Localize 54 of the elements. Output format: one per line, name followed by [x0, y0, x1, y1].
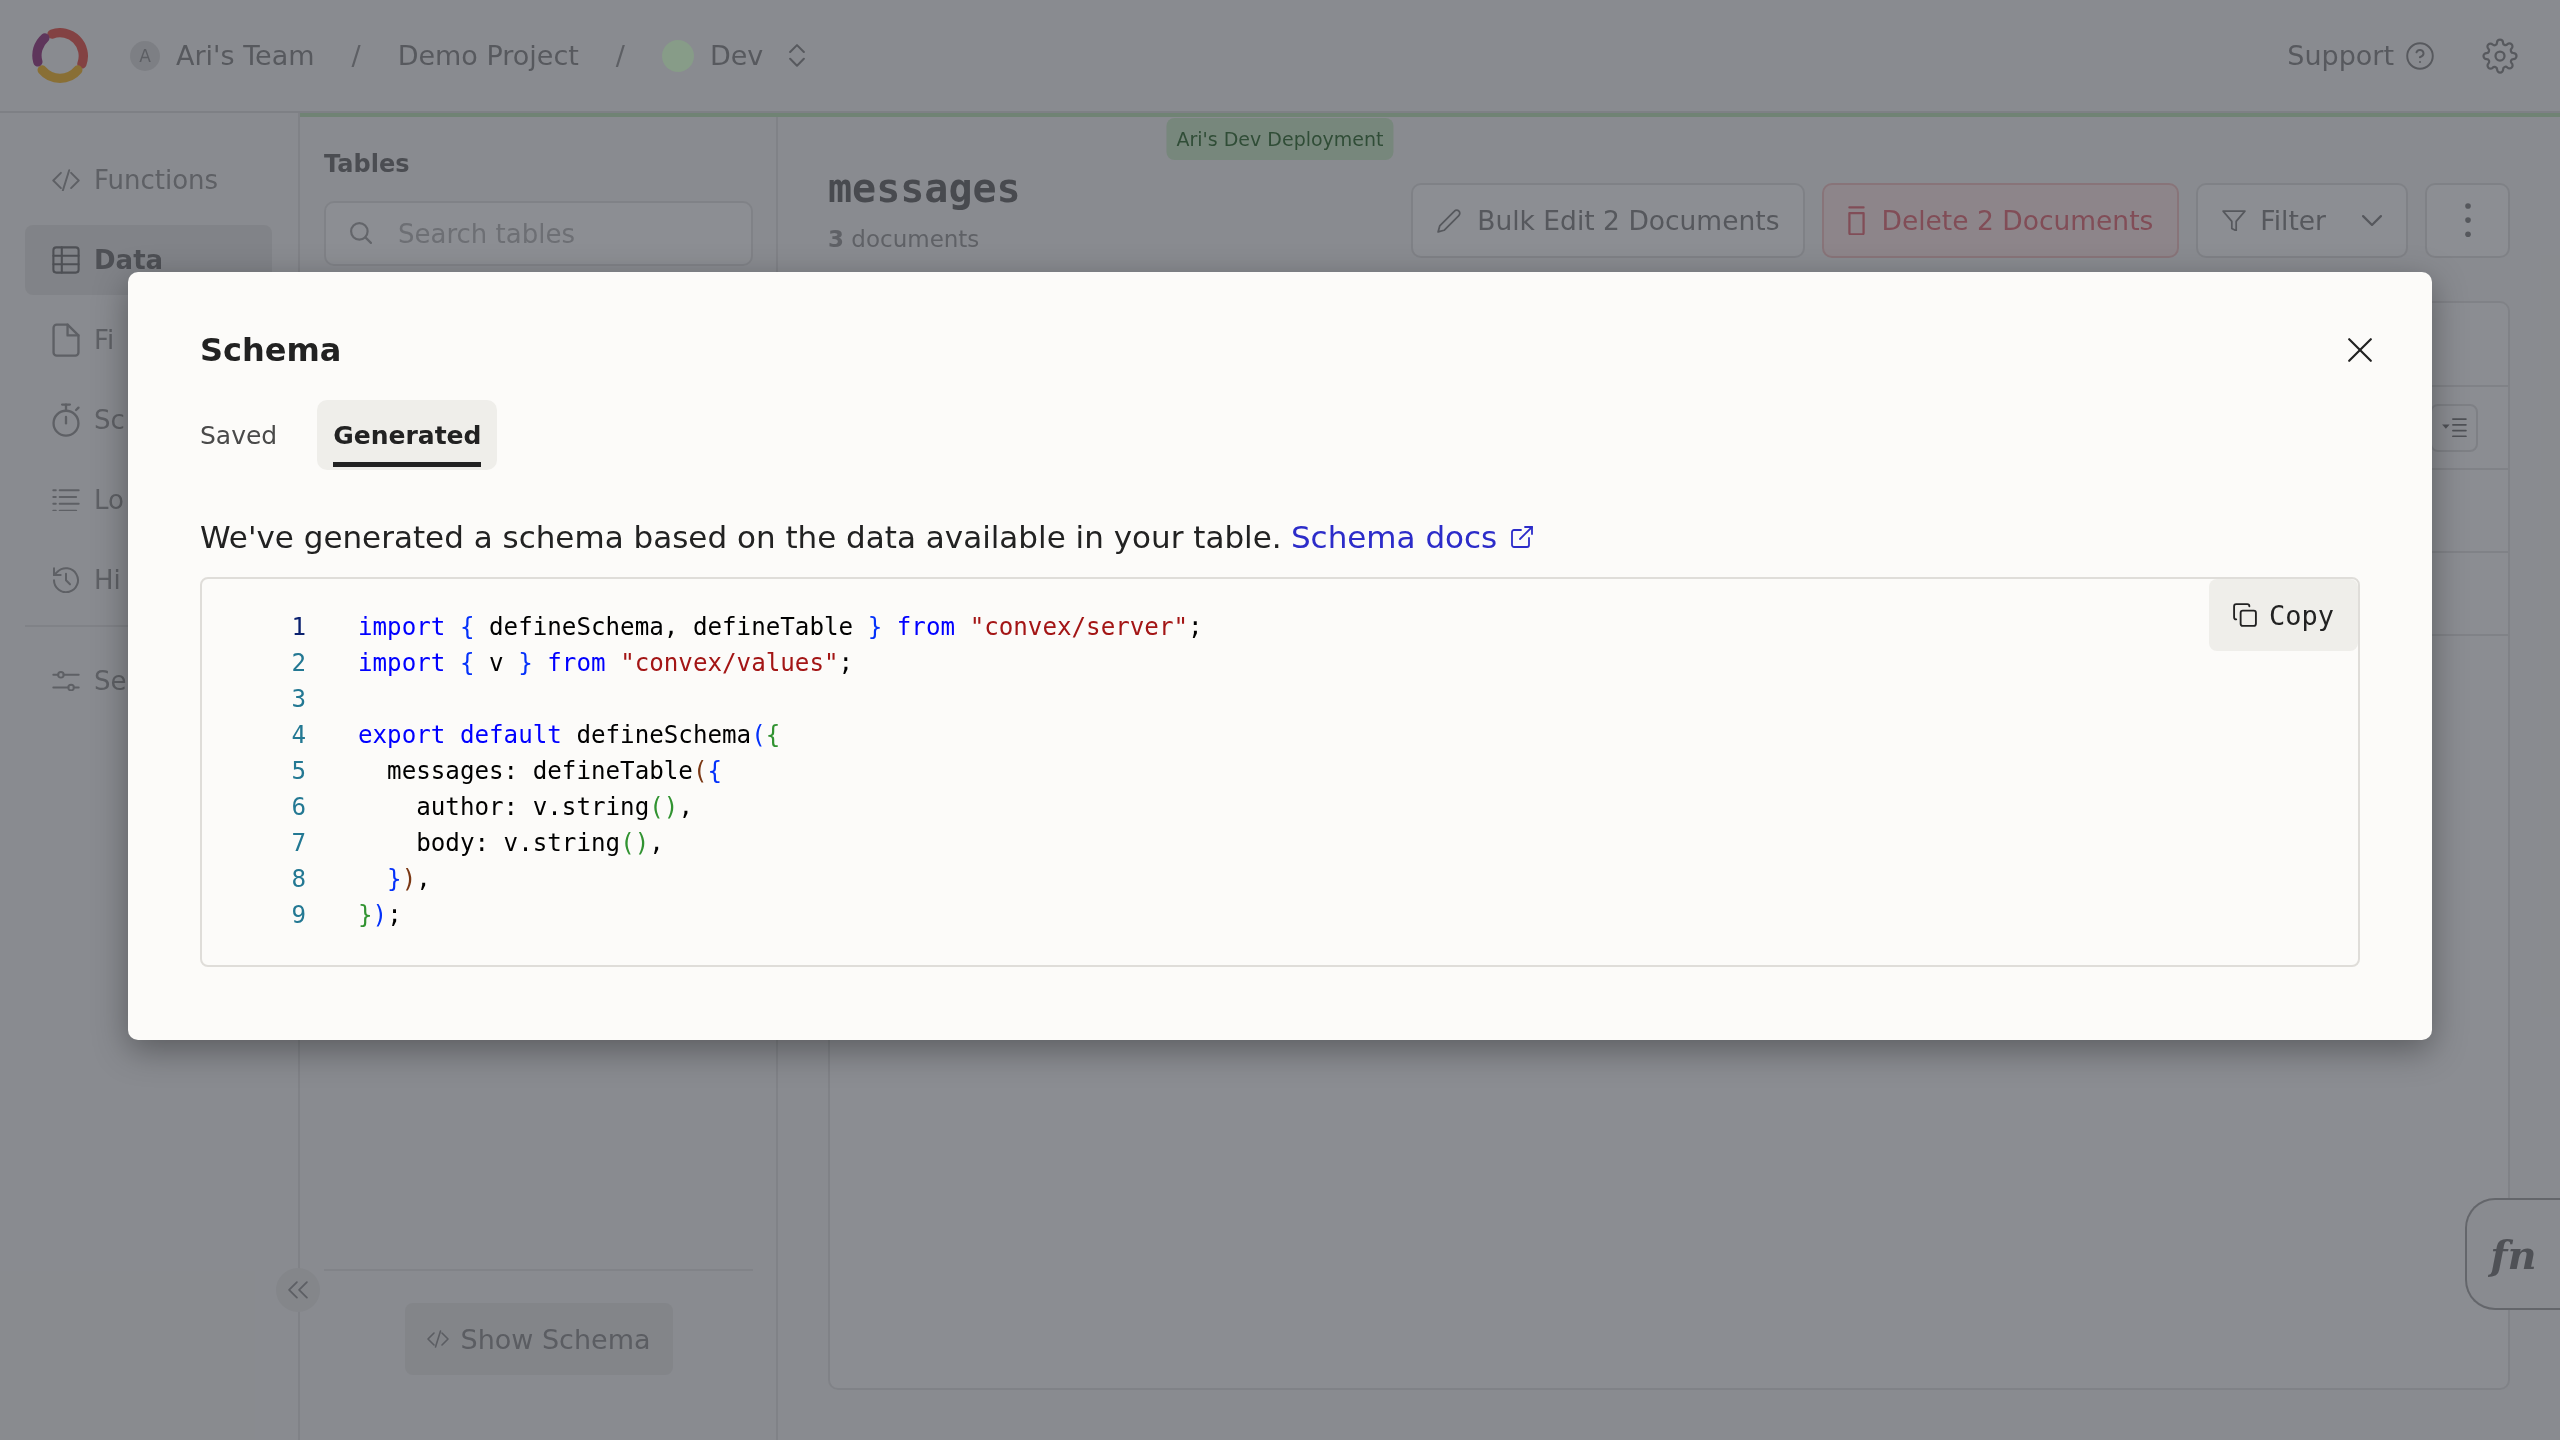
file-icon	[52, 322, 80, 358]
history-icon	[52, 566, 80, 594]
settings-icon[interactable]	[2482, 37, 2518, 74]
breadcrumb-separator: /	[351, 40, 361, 71]
tab[interactable]: Generated	[317, 400, 498, 470]
line-number: 1	[290, 613, 306, 641]
sliders-icon	[52, 670, 80, 692]
tab[interactable]: Saved	[184, 400, 294, 470]
updown-chevron-icon	[789, 44, 806, 67]
list-icon	[52, 488, 80, 512]
deployment-badge: Ari's Dev Deployment	[1166, 118, 1394, 160]
ring-logo-icon[interactable]	[32, 27, 88, 84]
line-number: 9	[290, 901, 306, 929]
external-link-icon	[1511, 526, 1534, 548]
pencil-icon	[1437, 208, 1462, 233]
delete-button[interactable]: Delete 2 Documents	[1822, 183, 2180, 258]
table-name: messages	[828, 164, 1021, 212]
line-number: 5	[290, 757, 306, 785]
kebab-icon	[2464, 203, 2471, 238]
funnel-icon	[2222, 209, 2247, 232]
dialog-title: Schema	[200, 330, 342, 370]
line-number: 3	[290, 685, 306, 713]
function-runner-button[interactable]: fn	[2465, 1198, 2560, 1310]
table-grid-icon	[52, 246, 80, 274]
help-icon	[2406, 41, 2434, 70]
code-line: });	[358, 901, 402, 929]
code-icon	[426, 1330, 449, 1348]
trash-icon	[1848, 205, 1866, 236]
code-line: }),	[386, 865, 431, 893]
copy-icon	[2232, 603, 2257, 627]
chevron-down-icon	[2362, 214, 2382, 227]
line-number: 2	[290, 649, 306, 677]
line-number: 6	[290, 793, 306, 821]
code-line: export default defineSchema({	[358, 721, 781, 749]
close-icon[interactable]	[2348, 338, 2372, 362]
code-line: import { v } from "convex/values";	[358, 649, 854, 677]
description-text: We've generated a schema based on the data available in your table. Schema docs	[200, 518, 2360, 556]
stopwatch-icon	[52, 402, 80, 438]
double-chevron-left-icon	[288, 1281, 308, 1299]
code-line: import { defineSchema, defineTable } from "convex/server";	[358, 613, 1203, 641]
breadcrumb-separator: /	[615, 40, 625, 71]
code-line: author: v.string(),	[415, 793, 693, 821]
code-line: messages: defineTable({	[386, 757, 723, 785]
schema-docs-link[interactable]: Schema docs	[1290, 518, 1534, 556]
panel-title: Tables	[324, 149, 411, 180]
line-number: 4	[290, 721, 306, 749]
line-number: 7	[290, 829, 306, 857]
line-number: 8	[290, 865, 306, 893]
code-line: body: v.string(),	[415, 829, 664, 857]
search-icon	[350, 222, 372, 244]
copy-button[interactable]: Copy	[2208, 579, 2358, 651]
caret-list-icon	[2441, 417, 2467, 438]
code-icon	[52, 168, 80, 192]
collapse-sidebar-button[interactable]	[276, 1268, 320, 1312]
